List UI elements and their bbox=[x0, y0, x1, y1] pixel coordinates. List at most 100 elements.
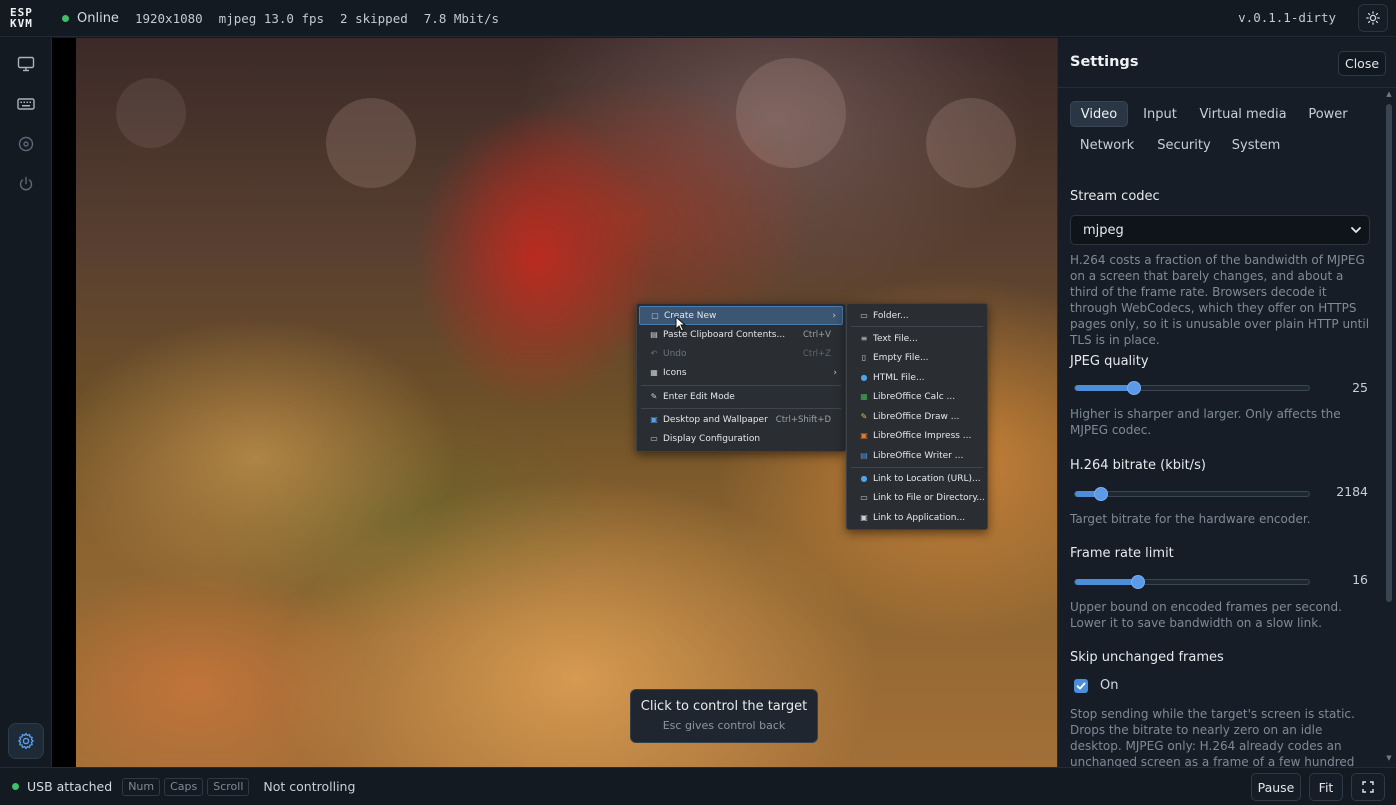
fullscreen-button[interactable] bbox=[1351, 773, 1385, 801]
stream-codec-value: mjpeg bbox=[1083, 222, 1124, 238]
stream-readout: mjpeg 13.0 fps bbox=[218, 10, 325, 26]
scroll-up-icon[interactable]: ▲ bbox=[1385, 90, 1393, 98]
submenu-item-link-app[interactable]: ▣ Link to Application... bbox=[849, 508, 985, 527]
sidebar-video-button[interactable] bbox=[14, 52, 38, 76]
submenu-item-link-file[interactable]: ▭ Link to File or Directory... bbox=[849, 488, 985, 507]
h264-bitrate-help: Target bitrate for the hardware encoder. bbox=[1070, 512, 1311, 526]
video-viewport[interactable]: ▢ Create New › ▤ Paste Clipboard Content… bbox=[52, 38, 1057, 767]
keyboard-icon bbox=[17, 98, 35, 110]
monitor-icon bbox=[17, 56, 35, 72]
settings-panel: Settings Close Video Input Virtual media… bbox=[1057, 38, 1396, 767]
scrollbar-thumb[interactable] bbox=[1386, 104, 1392, 602]
grid-icon: ▦ bbox=[650, 368, 658, 377]
skip-frames-label: Skip unchanged frames bbox=[1070, 650, 1224, 665]
submenu-item-empty-file[interactable]: ▯ Empty File... bbox=[849, 348, 985, 367]
stream-codec-select[interactable]: mjpeg bbox=[1070, 215, 1370, 245]
menu-item-label: Enter Edit Mode bbox=[663, 391, 735, 402]
settings-scrollbar[interactable]: ▲ ▼ bbox=[1385, 90, 1393, 766]
scroll-down-icon[interactable]: ▼ bbox=[1385, 754, 1393, 762]
stream-codec-help: H.264 costs a fraction of the bandwidth … bbox=[1070, 253, 1370, 347]
left-sidebar bbox=[0, 38, 52, 767]
text-file-icon: ≡ bbox=[860, 334, 868, 343]
fit-button[interactable]: Fit bbox=[1309, 773, 1343, 801]
slider-thumb[interactable] bbox=[1131, 575, 1146, 589]
submenu-item-libreoffice-writer[interactable]: ▤ LibreOffice Writer ... bbox=[849, 446, 985, 465]
status-dot bbox=[62, 14, 69, 22]
jpeg-quality-slider[interactable] bbox=[1074, 381, 1310, 395]
tab-input[interactable]: Input bbox=[1134, 101, 1186, 127]
menu-item-paste[interactable]: ▤ Paste Clipboard Contents... Ctrl+V bbox=[639, 325, 843, 344]
submenu-item-text-file[interactable]: ≡ Text File... bbox=[849, 329, 985, 348]
pause-button[interactable]: Pause bbox=[1251, 773, 1301, 801]
settings-title: Settings bbox=[1070, 54, 1139, 70]
bokeh-light bbox=[116, 78, 186, 148]
menu-item-label: Empty File... bbox=[873, 352, 929, 363]
sidebar-keyboard-button[interactable] bbox=[14, 92, 38, 116]
tab-security[interactable]: Security bbox=[1152, 132, 1216, 158]
gear-icon bbox=[18, 732, 34, 750]
bokeh-light bbox=[326, 98, 416, 188]
menu-item-label: Display Configuration bbox=[663, 433, 761, 444]
menu-item-edit-mode[interactable]: ✎ Enter Edit Mode bbox=[639, 387, 843, 406]
control-hint-toast[interactable]: Click to control the target Esc gives co… bbox=[630, 689, 818, 743]
wallpaper-icon: ▣ bbox=[650, 415, 658, 424]
tab-power[interactable]: Power bbox=[1300, 101, 1356, 127]
logo-line-2: KVM bbox=[10, 17, 33, 30]
slider-thumb[interactable] bbox=[1093, 487, 1108, 501]
menu-item-create-new[interactable]: ▢ Create New › bbox=[639, 306, 843, 325]
num-lock-indicator: Num bbox=[122, 777, 161, 796]
submenu-arrow-icon: › bbox=[833, 367, 837, 378]
menu-item-label: Desktop and Wallpaper bbox=[663, 414, 768, 425]
h264-bitrate-value: 2184 bbox=[1336, 484, 1368, 499]
slider-thumb[interactable] bbox=[1126, 381, 1141, 395]
bokeh-light bbox=[926, 98, 1016, 188]
calc-icon: ▦ bbox=[860, 392, 868, 401]
h264-bitrate-label: H.264 bitrate (kbit/s) bbox=[1070, 458, 1206, 473]
menu-item-icons[interactable]: ▦ Icons › bbox=[639, 363, 843, 382]
menu-item-label: LibreOffice Draw ... bbox=[873, 411, 960, 422]
menu-item-shortcut: Ctrl+Z bbox=[802, 348, 831, 359]
submenu-item-folder[interactable]: ▭ Folder... bbox=[849, 306, 985, 325]
menu-item-label: Undo bbox=[663, 348, 687, 359]
menu-item-label: LibreOffice Writer ... bbox=[873, 450, 964, 461]
tab-video[interactable]: Video bbox=[1070, 101, 1128, 127]
h264-bitrate-slider[interactable] bbox=[1074, 487, 1310, 501]
submenu-item-libreoffice-impress[interactable]: ▣ LibreOffice Impress ... bbox=[849, 426, 985, 445]
app-icon: ▣ bbox=[860, 513, 868, 522]
settings-header: Settings Close bbox=[1058, 38, 1396, 88]
skipped-readout: 2 skipped bbox=[340, 10, 408, 26]
writer-icon: ▤ bbox=[860, 451, 868, 460]
menu-item-undo[interactable]: ↶ Undo Ctrl+Z bbox=[639, 344, 843, 363]
close-button[interactable]: Close bbox=[1338, 51, 1386, 76]
top-bar: ESP KVM Online 1920x1080 mjpeg 13.0 fps … bbox=[0, 0, 1396, 37]
disc-icon bbox=[18, 136, 34, 152]
jpeg-quality-help: Higher is sharper and larger. Only affec… bbox=[1070, 407, 1341, 437]
sidebar-power-button[interactable] bbox=[14, 172, 38, 196]
sidebar-settings-button[interactable] bbox=[8, 723, 44, 759]
app-logo: ESP KVM bbox=[10, 5, 46, 31]
menu-item-label: Folder... bbox=[873, 310, 909, 321]
tab-system[interactable]: System bbox=[1226, 132, 1286, 158]
submenu-item-libreoffice-calc[interactable]: ▦ LibreOffice Calc ... bbox=[849, 387, 985, 406]
tab-network[interactable]: Network bbox=[1072, 132, 1142, 158]
bitrate-readout: 7.8 Mbit/s bbox=[423, 10, 500, 26]
slider-fill bbox=[1075, 579, 1139, 585]
frame-rate-slider[interactable] bbox=[1074, 575, 1310, 589]
submenu-item-libreoffice-draw[interactable]: ✎ LibreOffice Draw ... bbox=[849, 407, 985, 426]
sun-icon bbox=[1366, 11, 1380, 25]
menu-item-label: Icons bbox=[663, 367, 687, 378]
undo-icon: ↶ bbox=[650, 349, 658, 358]
empty-file-icon: ▯ bbox=[861, 353, 867, 362]
slider-fill bbox=[1075, 385, 1134, 391]
skip-frames-checkbox[interactable] bbox=[1074, 679, 1088, 693]
tab-virtual-media[interactable]: Virtual media bbox=[1196, 101, 1290, 127]
submenu-item-link-url[interactable]: ● Link to Location (URL)... bbox=[849, 469, 985, 488]
menu-separator bbox=[851, 467, 983, 468]
menu-item-display-config[interactable]: ▭ Display Configuration bbox=[639, 429, 843, 448]
menu-item-label: HTML File... bbox=[873, 372, 925, 383]
sidebar-media-button[interactable] bbox=[14, 132, 38, 156]
theme-toggle-button[interactable] bbox=[1358, 4, 1388, 32]
menu-item-desktop-wallpaper[interactable]: ▣ Desktop and Wallpaper Ctrl+Shift+D bbox=[639, 410, 843, 429]
jpeg-quality-label: JPEG quality bbox=[1070, 354, 1149, 369]
submenu-item-html-file[interactable]: ● HTML File... bbox=[849, 368, 985, 387]
